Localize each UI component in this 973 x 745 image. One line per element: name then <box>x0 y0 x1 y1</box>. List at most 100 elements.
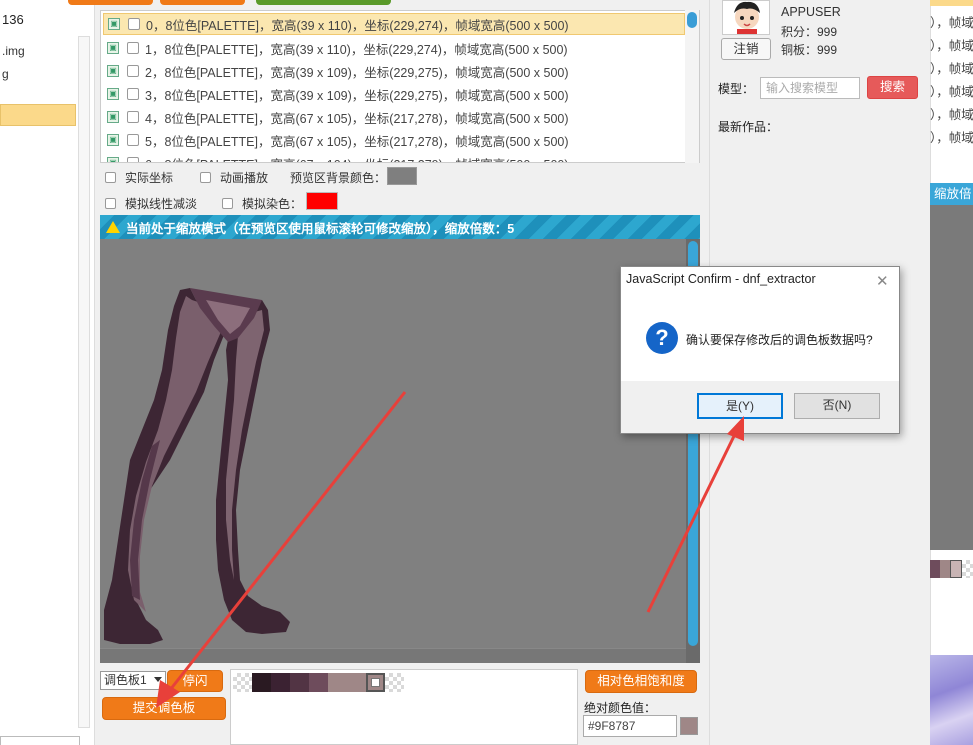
image-icon: ▣ <box>107 42 119 54</box>
background-row-text: ），帧域 <box>930 16 973 30</box>
preview-bg-color-swatch[interactable] <box>387 167 417 185</box>
top-button[interactable] <box>256 0 391 5</box>
file-list-scrollbar[interactable] <box>78 36 90 728</box>
frame-checkbox[interactable] <box>127 111 139 123</box>
file-list-item-selected[interactable] <box>0 104 76 126</box>
warning-icon <box>106 221 120 233</box>
background-row-text: ），帧域 <box>930 108 973 122</box>
zoom-mode-banner: 当前处于缩放模式（在预览区使用鼠标滚轮可修改缩放），缩放倍数：5 <box>100 215 700 239</box>
animate-label: 动画播放 <box>220 171 269 185</box>
frame-label: 1，8位色[PALETTE]，宽高(39 x 110)，坐标(229,274)，… <box>145 42 568 57</box>
dye-checkbox[interactable] <box>222 198 233 209</box>
background-palette-strip <box>930 560 973 578</box>
file-list-item[interactable]: g <box>2 67 9 81</box>
preview-horizontal-scrollbar[interactable] <box>100 648 686 663</box>
close-icon[interactable]: ✕ <box>876 272 889 290</box>
linear-fade-label: 模拟线性减淡 <box>125 197 198 211</box>
dialog-title: JavaScript Confirm - dnf_extractor <box>626 272 816 286</box>
frame-checkbox[interactable] <box>128 18 140 30</box>
stop-flash-button[interactable]: 停闪 <box>167 670 223 692</box>
palette-color-cell[interactable] <box>290 673 309 692</box>
absolute-color-swatch[interactable] <box>680 717 698 735</box>
actual-coords-option[interactable]: 实际坐标 <box>105 169 173 186</box>
confirm-no-button[interactable]: 否(N) <box>794 393 880 419</box>
frame-list-scrollbar[interactable] <box>685 10 699 163</box>
frame-checkbox[interactable] <box>127 65 139 77</box>
image-icon: ▣ <box>107 88 119 100</box>
background-zoom-banner: 缩放倍 <box>930 183 973 205</box>
palette-color-cell[interactable] <box>252 673 271 692</box>
image-icon: ▣ <box>107 111 119 123</box>
dye-option[interactable]: 模拟染色： <box>222 195 302 212</box>
frame-label: 6，8位色[PALETTE]，宽高(67 x 104)，坐标(217,279)，… <box>145 154 569 163</box>
frame-row[interactable]: ▣ 6，8位色[PALETTE]，宽高(67 x 104)，坐标(217,279… <box>103 152 685 163</box>
image-icon: ▣ <box>107 157 119 162</box>
zoom-notice-text: 当前处于缩放模式（在预览区使用鼠标滚轮可修改缩放），缩放倍数：5 <box>126 221 515 236</box>
image-icon: ▣ <box>107 134 119 146</box>
actual-coords-checkbox[interactable] <box>105 172 116 183</box>
palette-color-cell[interactable] <box>309 673 328 692</box>
animate-checkbox[interactable] <box>200 172 211 183</box>
background-thumbnail <box>930 655 973 745</box>
background-row-text: ），帧域 <box>930 85 973 99</box>
background-row-text: ），帧域 <box>930 62 973 76</box>
bottom-input[interactable] <box>0 736 80 745</box>
background-preview <box>930 205 973 550</box>
confirm-yes-button[interactable]: 是(Y) <box>697 393 783 419</box>
background-selected-row <box>930 0 973 6</box>
dialog-message: 确认要保存修改后的调色板数据吗? <box>686 333 873 347</box>
image-icon: ▣ <box>107 65 119 77</box>
frame-row[interactable]: ▣ 0，8位色[PALETTE]，宽高(39 x 110)，坐标(229,274… <box>103 13 685 35</box>
frame-row[interactable]: ▣ 3，8位色[PALETTE]，宽高(39 x 109)，坐标(229,275… <box>103 83 685 105</box>
preview-bg-label: 预览区背景颜色： <box>290 171 387 185</box>
background-row-text: ），帧域 <box>930 131 973 145</box>
frame-list: ▣ 0，8位色[PALETTE]，宽高(39 x 110)，坐标(229,274… <box>100 10 700 163</box>
animate-option[interactable]: 动画播放 <box>200 169 268 186</box>
frame-label: 2，8位色[PALETTE]，宽高(39 x 109)，坐标(229,275)，… <box>145 65 569 80</box>
submit-palette-button[interactable]: 提交调色板 <box>102 697 226 720</box>
model-search-input[interactable]: 输入搜索模型 <box>760 77 860 99</box>
linear-fade-option[interactable]: 模拟线性减淡 <box>105 195 197 212</box>
chevron-down-icon <box>154 677 162 682</box>
palette-color-cell[interactable] <box>233 673 252 692</box>
frame-checkbox[interactable] <box>127 157 139 162</box>
avatar <box>722 0 770 35</box>
frame-checkbox[interactable] <box>127 42 139 54</box>
frame-row[interactable]: ▣ 1，8位色[PALETTE]，宽高(39 x 110)，坐标(229,274… <box>103 37 685 59</box>
palette-color-cell[interactable] <box>271 673 290 692</box>
background-row-text: ），帧域 <box>930 39 973 53</box>
frame-label: 0，8位色[PALETTE]，宽高(39 x 110)，坐标(229,274)，… <box>146 18 569 33</box>
relative-hue-saturation-button[interactable]: 相对色相饱和度 <box>585 670 697 693</box>
frame-row[interactable]: ▣ 4，8位色[PALETTE]，宽高(67 x 105)，坐标(217,278… <box>103 106 685 128</box>
absolute-color-label: 绝对颜色值： <box>584 701 657 715</box>
palette-color-cell[interactable] <box>347 673 366 692</box>
file-count: 136 <box>2 12 24 27</box>
frame-row[interactable]: ▣ 5，8位色[PALETTE]，宽高(67 x 105)，坐标(217,278… <box>103 129 685 151</box>
file-list-item[interactable]: .img <box>2 44 25 58</box>
copper-text: 铜板：999 <box>781 43 838 57</box>
frame-list-scroll-thumb[interactable] <box>687 12 697 28</box>
new-works-heading: 最新作品： <box>718 120 779 134</box>
search-button[interactable]: 搜索 <box>867 76 918 99</box>
frame-label: 3，8位色[PALETTE]，宽高(39 x 109)，坐标(229,275)，… <box>145 88 569 103</box>
logout-button[interactable]: 注销 <box>721 38 771 60</box>
frame-label: 4，8位色[PALETTE]，宽高(67 x 105)，坐标(217,278)，… <box>145 111 569 126</box>
dye-color-swatch[interactable] <box>306 192 338 210</box>
top-button[interactable] <box>160 0 245 5</box>
actual-coords-label: 实际坐标 <box>125 171 174 185</box>
sprite-preview-area[interactable] <box>100 239 686 648</box>
image-icon: ▣ <box>108 18 120 30</box>
dye-label: 模拟染色： <box>242 197 303 211</box>
palette-color-cell[interactable] <box>385 673 404 692</box>
frame-checkbox[interactable] <box>127 134 139 146</box>
absolute-color-input[interactable]: #9F8787 <box>583 715 677 737</box>
model-search-label: 模型： <box>718 82 755 96</box>
question-icon: ? <box>646 322 678 354</box>
score-text: 积分：999 <box>781 25 838 39</box>
top-button[interactable] <box>68 0 153 5</box>
palette-color-cell[interactable] <box>328 673 347 692</box>
frame-checkbox[interactable] <box>127 88 139 100</box>
linear-fade-checkbox[interactable] <box>105 198 116 209</box>
palette-color-cell-selected[interactable] <box>366 673 385 692</box>
frame-row[interactable]: ▣ 2，8位色[PALETTE]，宽高(39 x 109)，坐标(229,275… <box>103 60 685 82</box>
